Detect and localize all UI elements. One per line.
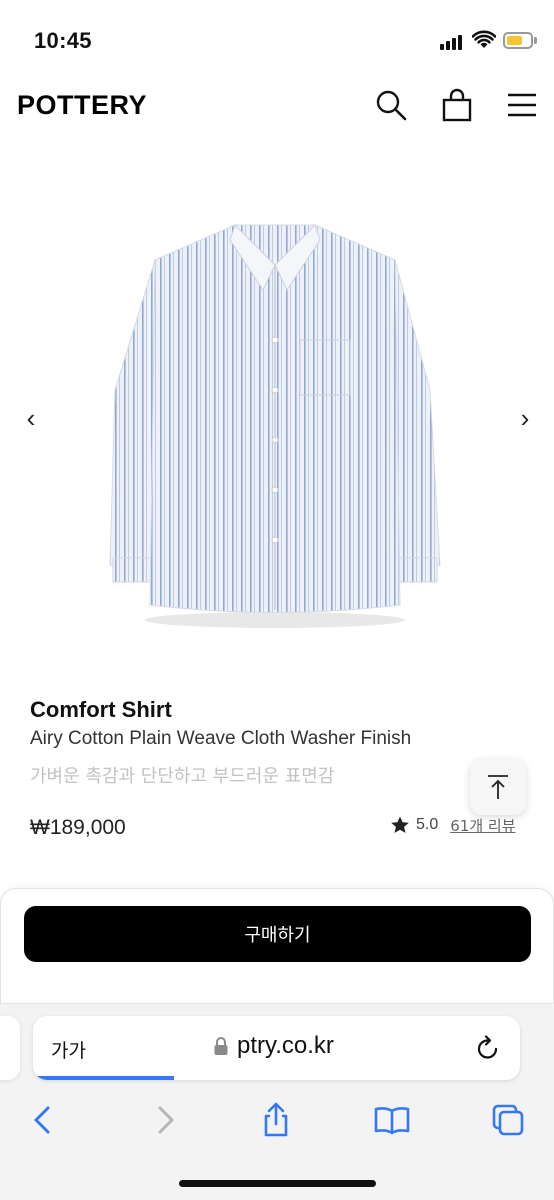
product-rating: 5.0 61개 리뷰 xyxy=(390,813,516,837)
product-description: Airy Cotton Plain Weave Cloth Washer Fin… xyxy=(30,728,412,749)
gallery-next-arrow[interactable]: › xyxy=(510,400,540,436)
star-icon xyxy=(391,816,409,833)
url-display[interactable]: ptry.co.kr xyxy=(213,1032,334,1060)
arrow-up-to-line-icon xyxy=(488,775,508,799)
product-price: ₩189,000 xyxy=(30,816,126,839)
reload-icon[interactable] xyxy=(475,1034,501,1062)
lock-icon xyxy=(214,1037,228,1055)
gallery-prev-arrow[interactable]: ‹ xyxy=(16,400,46,436)
site-logo[interactable]: POTTERY xyxy=(17,90,147,121)
bookmarks-icon[interactable] xyxy=(374,1102,410,1138)
product-name: Comfort Shirt xyxy=(30,697,172,722)
share-icon[interactable] xyxy=(258,1102,294,1138)
forward-icon[interactable] xyxy=(146,1102,182,1138)
shopping-bag-icon[interactable] xyxy=(440,88,474,122)
status-bar: 10:45 xyxy=(0,0,554,80)
tabs-icon[interactable] xyxy=(490,1102,526,1138)
reviews-link[interactable]: 61개 리뷰 xyxy=(450,815,515,836)
rating-value: 5.0 xyxy=(416,816,439,833)
battery-cap xyxy=(534,37,537,44)
page-settings-button[interactable]: 가가 xyxy=(51,1036,86,1063)
cellular-signal-icon xyxy=(440,34,466,50)
url-text[interactable]: ptry.co.kr xyxy=(237,1032,334,1060)
battery-icon xyxy=(503,32,533,49)
wifi-icon xyxy=(472,30,496,48)
purchase-panel: 구매하기 xyxy=(0,888,554,1018)
hamburger-menu-icon[interactable] xyxy=(505,88,539,122)
home-indicator xyxy=(179,1180,376,1187)
product-gallery[interactable]: ‹ › xyxy=(0,150,554,670)
site-header: POTTERY xyxy=(0,80,554,138)
status-time: 10:45 xyxy=(34,28,92,53)
product-image-shirt xyxy=(109,224,441,628)
buy-button[interactable]: 구매하기 xyxy=(24,906,531,962)
search-icon[interactable] xyxy=(374,88,408,122)
back-icon[interactable] xyxy=(26,1102,62,1138)
scroll-to-top-button[interactable] xyxy=(470,759,526,815)
previous-tab-preview[interactable] xyxy=(0,1016,20,1080)
browser-bottom-bar: 가가 ptry.co.kr xyxy=(0,1003,554,1200)
address-bar[interactable]: 가가 ptry.co.kr xyxy=(33,1016,520,1080)
product-subtitle: 가벼운 촉감과 단단하고 부드러운 표면감 xyxy=(30,766,335,787)
page-load-progress xyxy=(33,1076,175,1080)
browser-toolbar xyxy=(0,1096,554,1146)
